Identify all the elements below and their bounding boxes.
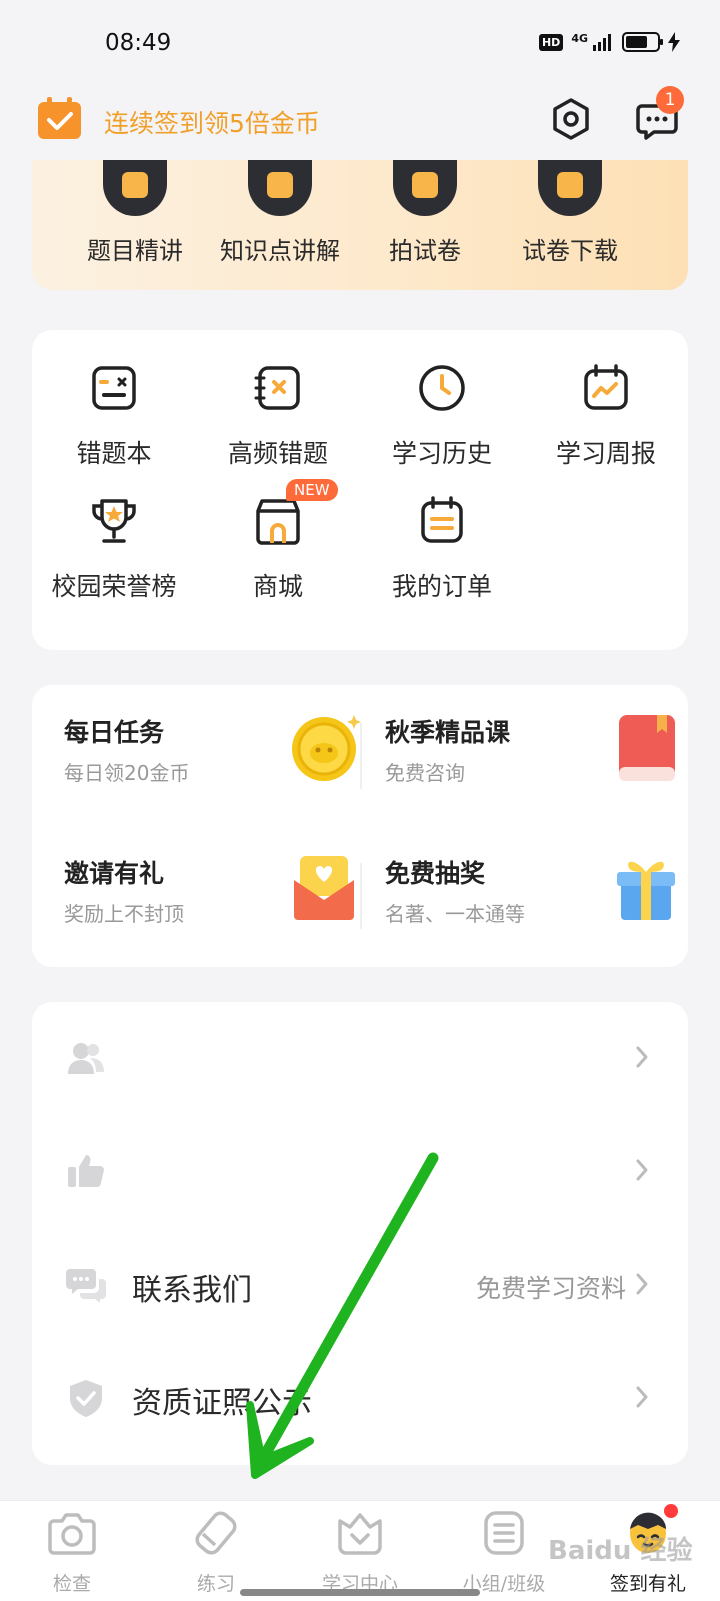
menu-row-contact-us[interactable]: 联系我们 免费学习资料: [32, 1229, 688, 1339]
promo-item-explain[interactable]: 题目精讲: [65, 160, 205, 266]
frequent-mistake-icon: [254, 366, 300, 410]
camera-icon: [48, 1513, 96, 1555]
task-title: 每日任务: [64, 718, 165, 747]
store-icon: [256, 499, 300, 545]
charging-icon: [668, 32, 680, 52]
chevron-right-icon: [636, 1273, 648, 1295]
menu-card: 联系我们 免费学习资料 资质证照公示: [32, 1002, 688, 1465]
chevron-right-icon: [636, 1159, 648, 1181]
tool-label: 我的订单: [391, 572, 492, 601]
calendar-chart-icon: [584, 364, 628, 410]
chat-bubbles-icon: [66, 1269, 106, 1303]
top-header: 连续签到领5倍金币 1: [0, 86, 720, 158]
shield-check-icon: [70, 1380, 102, 1417]
trophy-icon: [92, 499, 136, 543]
promo-item-photo-paper[interactable]: 拍试卷: [355, 160, 495, 266]
menu-row-qualifications[interactable]: 资质证照公示: [32, 1342, 688, 1452]
tool-label: 商城: [252, 572, 303, 601]
hd-badge: HD: [538, 33, 564, 51]
promo-item-knowledge[interactable]: 知识点讲解: [210, 160, 350, 266]
tool-study-history[interactable]: 学习历史: [360, 362, 524, 470]
nav-label: 签到有礼: [609, 1573, 686, 1595]
task-title: 秋季精品课: [385, 718, 511, 747]
notes-icon: [248, 160, 312, 216]
home-indicator[interactable]: [240, 1589, 480, 1596]
tools-card: 错题本 高频错题 学习历史 学习周报 校园荣誉榜 NEW 商城 我的订单: [32, 330, 688, 650]
checkin-calendar-icon[interactable]: [37, 96, 82, 140]
tool-wrong-book[interactable]: 错题本: [32, 362, 196, 470]
tool-store[interactable]: NEW 商城: [196, 479, 360, 603]
promo-label: 拍试卷: [389, 237, 461, 265]
menu-row-like[interactable]: [32, 1115, 688, 1225]
menu-row-users[interactable]: [32, 1002, 688, 1112]
pencil-eraser-icon: [195, 1511, 237, 1555]
status-icons: HD 4G: [538, 31, 680, 52]
promo-card: 题目精讲 知识点讲解 拍试卷 试卷下载: [32, 160, 688, 290]
tool-label: 学习历史: [391, 439, 492, 468]
promo-label: 试卷下载: [522, 237, 618, 265]
promo-item-download[interactable]: 试卷下载: [500, 160, 640, 266]
play-icon: [103, 160, 167, 216]
menu-label: 资质证照公示: [132, 1386, 312, 1421]
chevron-right-icon: [636, 1386, 648, 1408]
tool-honor-board[interactable]: 校园荣誉榜: [32, 495, 196, 603]
tool-frequent-mistakes[interactable]: 高频错题: [196, 362, 360, 470]
settings-icon[interactable]: [548, 96, 594, 142]
crown-check-icon: [338, 1513, 382, 1555]
notification-dot: [664, 1504, 678, 1518]
tool-weekly-report[interactable]: 学习周报: [524, 362, 688, 470]
tool-label: 学习周报: [555, 439, 656, 468]
tool-my-orders[interactable]: 我的订单: [360, 495, 524, 603]
envelope-icon: [294, 856, 354, 920]
download-icon: [538, 160, 602, 216]
thumbs-up-icon: [68, 1155, 104, 1187]
tool-label: 校园荣誉榜: [51, 572, 177, 601]
message-count-badge: 1: [656, 86, 684, 114]
battery-icon: [622, 32, 663, 52]
printer-icon: [393, 160, 457, 216]
status-bar: 08:49 HD 4G: [0, 0, 720, 90]
group-list-icon: [484, 1511, 524, 1555]
task-subtitle: 名著、一本通等: [385, 902, 525, 926]
task-invite[interactable]: 邀请有礼 奖励上不封顶: [64, 848, 364, 948]
nav-check[interactable]: 检查: [0, 1507, 144, 1596]
clock-icon: [419, 365, 465, 411]
promo-label: 题目精讲: [87, 237, 183, 265]
task-subtitle: 免费咨询: [385, 761, 465, 785]
nav-study-center[interactable]: 学习中心: [288, 1507, 432, 1596]
promo-label: 知识点讲解: [220, 237, 340, 265]
task-title: 免费抽奖: [385, 859, 486, 888]
menu-label: 联系我们: [132, 1273, 252, 1308]
network-type: 4G: [571, 31, 588, 45]
coin-icon: [292, 715, 361, 781]
task-title: 邀请有礼: [64, 859, 165, 888]
task-daily[interactable]: 每日任务 每日领20金币: [64, 707, 364, 807]
order-icon: [421, 496, 463, 543]
red-book-icon: [619, 715, 675, 781]
task-subtitle: 每日领20金币: [64, 761, 190, 785]
gift-icon: [617, 861, 675, 920]
menu-value: 免费学习资料: [475, 1274, 626, 1303]
checkin-promo-text[interactable]: 连续签到领5倍金币: [104, 104, 320, 140]
new-badge: NEW: [286, 479, 338, 501]
watermark: Baidu 经验: [548, 1536, 693, 1566]
tool-label: 错题本: [76, 439, 152, 468]
task-autumn-course[interactable]: 秋季精品课 免费咨询: [385, 707, 685, 807]
signal-icon: [593, 34, 611, 51]
chevron-right-icon: [636, 1046, 648, 1068]
task-divider: [360, 863, 362, 929]
task-lottery[interactable]: 免费抽奖 名著、一本通等: [385, 848, 685, 948]
wrong-book-icon: [92, 366, 136, 410]
users-icon: [68, 1043, 104, 1074]
status-time: 08:49: [105, 30, 172, 56]
tool-label: 高频错题: [227, 439, 328, 468]
nav-label: 检查: [52, 1573, 91, 1595]
task-subtitle: 奖励上不封顶: [64, 902, 184, 926]
tasks-card: 每日任务 每日领20金币 秋季精品课 免费咨询 邀请有礼 奖励上不封顶 免费抽奖: [32, 685, 688, 967]
task-divider: [360, 723, 362, 789]
nav-practice[interactable]: 练习: [144, 1507, 288, 1596]
